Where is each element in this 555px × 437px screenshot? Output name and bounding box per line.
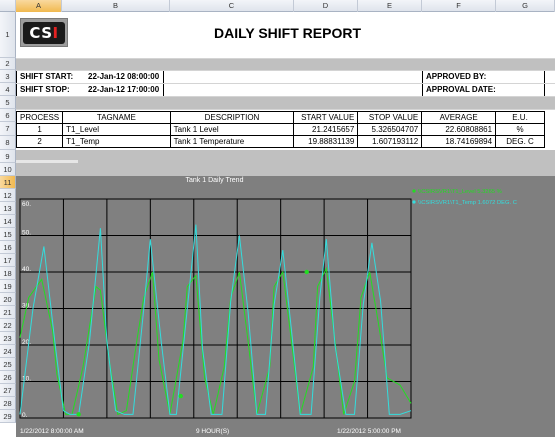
- sheet-gridline: [16, 96, 555, 97]
- sheet-gridline: [16, 58, 555, 59]
- y-tick-label: 10.: [22, 376, 31, 383]
- y-tick-label: 0.: [22, 412, 28, 419]
- legend-swatch: [412, 200, 416, 204]
- series-marker: [304, 269, 309, 275]
- x-axis-end-label: 1/22/2012 5:00:00 PM: [337, 428, 401, 435]
- legend-entry: \\CSIRSVR1\T1_Temp 1.6072 DEG. C: [418, 200, 517, 206]
- series-marker: [178, 393, 183, 399]
- y-tick-label: 40.: [22, 266, 31, 273]
- legend-entry: \\CSIRSVR1\T1_Level 5.3265 %: [418, 189, 502, 195]
- y-tick-label: 20.: [22, 339, 31, 346]
- sheet-gridline: [16, 109, 555, 110]
- x-axis-start-label: 1/22/2012 8:00:00 AM: [20, 428, 84, 435]
- y-tick-label: 50.: [22, 230, 31, 237]
- trend-chart[interactable]: 60.50.40.30.20.10.0.\\CSIRSVR1\T1_Level …: [0, 0, 555, 437]
- y-tick-label: 60.: [22, 201, 31, 208]
- series-marker: [76, 412, 81, 417]
- legend-swatch: [412, 189, 416, 193]
- sheet-gridline: [16, 83, 555, 84]
- sheet-gridline: [16, 70, 555, 71]
- x-axis-duration-label: 9 HOUR(S): [196, 428, 230, 435]
